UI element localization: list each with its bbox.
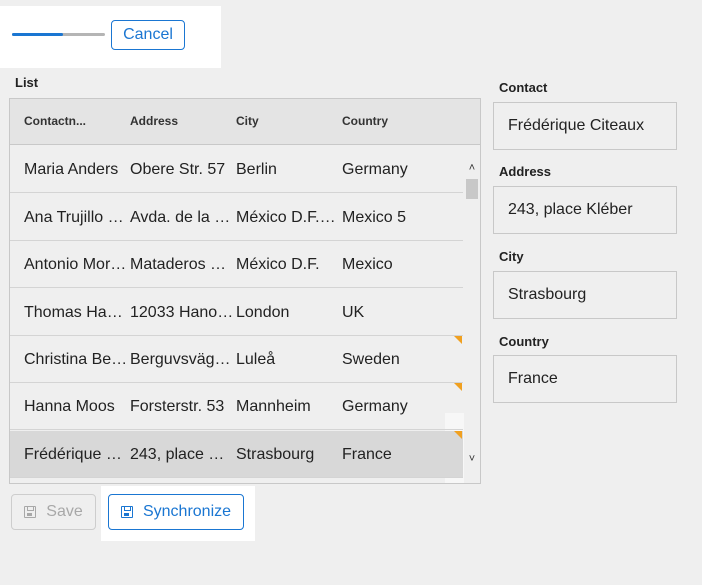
save-icon: [24, 506, 37, 518]
cell-city: Luleå: [236, 351, 276, 368]
cell-country: Germany: [342, 161, 408, 178]
cell-address: Avda. de la Constitución 2222: [130, 209, 234, 226]
scroll-down-icon[interactable]: ˅: [464, 451, 480, 467]
cell-contact: Frédérique Citeaux: [24, 446, 128, 463]
country-field[interactable]: France: [493, 355, 677, 403]
cell-address: Obere Str. 57: [130, 161, 226, 178]
cell-city: Strasbourg: [236, 446, 315, 463]
progress-fill: [12, 33, 64, 36]
save-button[interactable]: Save: [11, 494, 96, 530]
table-row-selected[interactable]: Frédérique Citeaux 243, place Kléber Str…: [10, 431, 463, 478]
scroll-up-icon[interactable]: ˄: [464, 160, 480, 176]
cell-contact: Ana Trujillo Emparedados: [24, 209, 128, 226]
cancel-button[interactable]: Cancel: [111, 20, 185, 50]
cell-contact: Hanna Moos: [24, 398, 115, 415]
city-field[interactable]: Strasbourg: [493, 271, 677, 319]
contact-label: Contact: [499, 80, 548, 95]
cell-contact: Christina Berglund: [24, 351, 128, 368]
cell-country: France: [342, 446, 392, 463]
synchronize-button[interactable]: Synchronize: [108, 494, 244, 530]
save-button-label: Save: [46, 503, 83, 520]
cell-city: México D.F.: [236, 256, 320, 273]
cell-contact: Thomas Hardy: [24, 304, 128, 321]
contact-field[interactable]: Frédérique Citeaux: [493, 102, 677, 150]
column-header-contact[interactable]: Contactn...: [24, 99, 86, 145]
table-row[interactable]: Ana Trujillo Emparedados Avda. de la Con…: [10, 194, 463, 241]
table-row[interactable]: Hanna Moos Forsterstr. 53 Mannheim Germa…: [10, 383, 463, 430]
country-label: Country: [499, 334, 549, 349]
column-header-address[interactable]: Address: [130, 99, 178, 145]
cell-contact: Maria Anders: [24, 161, 119, 178]
column-header-city[interactable]: City: [236, 99, 259, 145]
progress-bar: [12, 33, 105, 36]
cell-country: Mexico 5: [342, 209, 407, 226]
modified-flag-icon: [454, 336, 462, 344]
modified-flag-icon: [454, 431, 462, 439]
cell-address: 12033 Hanover Sq.: [130, 304, 234, 321]
address-field[interactable]: 243, place Kléber: [493, 186, 677, 234]
table-row[interactable]: Antonio Moreno Mataderos 2312 México D.F…: [10, 241, 463, 288]
table-row[interactable]: Maria Anders Obere Str. 57 Berlin German…: [10, 146, 463, 193]
grid-header: Contactn... Address City Country: [10, 99, 480, 145]
table-row[interactable]: Thomas Hardy 12033 Hanover Sq. London UK: [10, 289, 463, 336]
scrollbar-thumb[interactable]: [466, 179, 478, 199]
cell-city: Mannheim: [236, 398, 311, 415]
cell-address: 243, place Kléber: [130, 446, 234, 463]
vertical-scrollbar[interactable]: ˄ ˅: [464, 146, 480, 483]
list-label: List: [15, 75, 39, 90]
cell-country: Mexico: [342, 256, 393, 273]
save-icon: [120, 506, 133, 518]
cell-country: Germany: [342, 398, 408, 415]
cell-address: Mataderos 2312: [130, 256, 234, 273]
table-row[interactable]: Christina Berglund Berguvsvägen 8 Luleå …: [10, 336, 463, 383]
column-header-country[interactable]: Country: [342, 99, 388, 145]
cell-address: Berguvsvägen 8: [130, 351, 234, 368]
modified-flag-icon: [454, 383, 462, 391]
data-grid[interactable]: Contactn... Address City Country Maria A…: [9, 98, 481, 484]
city-label: City: [499, 249, 524, 264]
cell-country: Sweden: [342, 351, 400, 368]
cell-city: Berlin: [236, 161, 277, 178]
cell-address: Forsterstr. 53: [130, 398, 225, 415]
address-label: Address: [499, 164, 552, 179]
cell-city: México D.F. 05021: [236, 209, 340, 226]
cell-city: London: [236, 304, 290, 321]
synchronize-button-label: Synchronize: [142, 503, 232, 520]
cell-country: UK: [342, 304, 365, 321]
cell-contact: Antonio Moreno: [24, 256, 128, 273]
